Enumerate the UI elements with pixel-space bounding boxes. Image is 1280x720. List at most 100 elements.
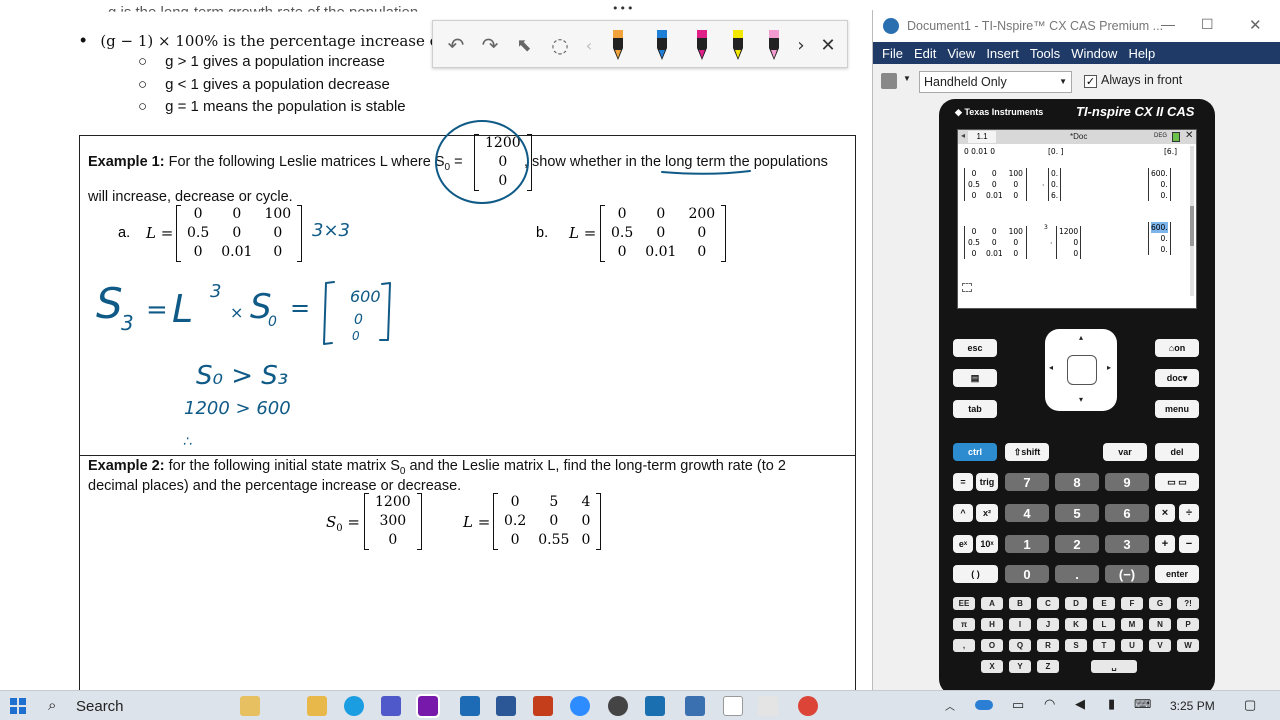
minimize-icon[interactable]: — <box>1161 16 1175 32</box>
key-2[interactable]: 2 <box>1055 535 1099 553</box>
fraction-key[interactable]: ▭ ▭ <box>1155 473 1199 491</box>
letter-key-1[interactable]: A <box>981 597 1003 610</box>
menu-file[interactable]: File <box>882 46 903 61</box>
letter-key-21[interactable]: R <box>1037 639 1059 652</box>
decimal-key[interactable]: . <box>1055 565 1099 583</box>
zoom-icon[interactable] <box>570 696 590 716</box>
letter-key-9[interactable]: π <box>953 618 975 631</box>
file-icon[interactable] <box>723 696 743 716</box>
letter-key-12[interactable]: J <box>1037 618 1059 631</box>
divide-key[interactable]: ÷ <box>1179 504 1199 522</box>
lasso-icon[interactable]: ◌ <box>545 21 575 69</box>
letter-key-15[interactable]: M <box>1121 618 1143 631</box>
key-6[interactable]: 6 <box>1105 504 1149 522</box>
paren-key[interactable]: ( ) <box>953 565 998 583</box>
menu-view[interactable]: View <box>947 46 975 61</box>
letter-key-5[interactable]: E <box>1093 597 1115 610</box>
scratchpad-key[interactable]: ▤ <box>953 369 997 387</box>
notes-icon[interactable] <box>758 696 778 716</box>
layout-icon[interactable] <box>881 73 897 89</box>
mic-icon[interactable]: ▮ <box>1108 696 1115 712</box>
keyboard-icon[interactable]: ⌨ <box>1134 697 1151 711</box>
letter-key-7[interactable]: G <box>1149 597 1171 610</box>
menu-insert[interactable]: Insert <box>986 46 1019 61</box>
key-9[interactable]: 9 <box>1105 473 1149 491</box>
key-3[interactable]: 3 <box>1105 535 1149 553</box>
menu-tools[interactable]: Tools <box>1030 46 1060 61</box>
letter-key-14[interactable]: L <box>1093 618 1115 631</box>
always-front-checkbox[interactable]: ✓ <box>1084 75 1097 88</box>
edge-icon[interactable] <box>344 696 364 716</box>
entry-cursor[interactable] <box>962 283 972 292</box>
teams-icon[interactable] <box>381 696 401 716</box>
letter-key-13[interactable]: K <box>1065 618 1087 631</box>
screen-close-icon[interactable]: ✕ <box>1185 130 1193 141</box>
obs-icon[interactable] <box>608 696 628 716</box>
key-8[interactable]: 8 <box>1055 473 1099 491</box>
menu-edit[interactable]: Edit <box>914 46 936 61</box>
key-1[interactable]: 1 <box>1005 535 1049 553</box>
letter-key-2[interactable]: B <box>1009 597 1031 610</box>
plus-key[interactable]: + <box>1155 535 1175 553</box>
letter-key-29[interactable]: Z <box>1037 660 1059 673</box>
windows-start-icon[interactable] <box>10 698 26 714</box>
scroll-left-icon[interactable]: ‹ <box>581 21 597 69</box>
exp-key[interactable]: eˣ <box>953 535 973 553</box>
touchpad[interactable]: ▴ ▾ ◂ ▸ <box>1045 329 1117 411</box>
letter-key-17[interactable]: P <box>1177 618 1199 631</box>
undo-icon[interactable]: ↶ <box>441 21 471 69</box>
view-mode-select[interactable]: Handheld Only ▼ <box>919 71 1072 93</box>
more-pens-icon[interactable]: › <box>793 21 809 69</box>
menu-key[interactable]: menu <box>1155 400 1199 418</box>
letter-key-11[interactable]: I <box>1009 618 1031 631</box>
toolbar-drag-handle[interactable]: ••• <box>612 2 634 15</box>
letter-key-24[interactable]: U <box>1121 639 1143 652</box>
onedrive-icon[interactable] <box>975 700 993 710</box>
minus-key[interactable]: − <box>1179 535 1199 553</box>
pen-1-icon[interactable] <box>607 21 629 69</box>
negative-key[interactable]: (−) <box>1105 565 1149 583</box>
ti-nspire-taskbar-icon[interactable] <box>645 696 665 716</box>
del-key[interactable]: del <box>1155 443 1199 461</box>
letter-key-27[interactable]: X <box>981 660 1003 673</box>
pen-3-icon[interactable] <box>691 21 713 69</box>
outlook-icon[interactable] <box>460 696 480 716</box>
maximize-icon[interactable]: ☐ <box>1201 16 1214 33</box>
editor-icon[interactable] <box>685 696 705 716</box>
letter-key-30[interactable]: ␣ <box>1091 660 1137 673</box>
ctrl-key[interactable]: ctrl <box>953 443 997 461</box>
key-7[interactable]: 7 <box>1005 473 1049 491</box>
doc-key[interactable]: doc ▾ <box>1155 369 1199 387</box>
touchpad-center[interactable] <box>1067 355 1097 385</box>
search-highlight-icon[interactable] <box>240 696 260 716</box>
pen-5-icon[interactable] <box>763 21 785 69</box>
pointer-icon[interactable]: ⬉ <box>509 21 539 69</box>
shift-key[interactable]: ⇧ shift <box>1005 443 1049 461</box>
key-5[interactable]: 5 <box>1055 504 1099 522</box>
times-key[interactable]: × <box>1155 504 1175 522</box>
pen-2-icon[interactable] <box>651 21 673 69</box>
word-icon[interactable] <box>496 696 516 716</box>
letter-key-20[interactable]: Q <box>1009 639 1031 652</box>
menu-help[interactable]: Help <box>1128 46 1155 61</box>
var-key[interactable]: var <box>1103 443 1147 461</box>
trig-key[interactable]: trig <box>976 473 998 491</box>
key-4[interactable]: 4 <box>1005 504 1049 522</box>
letter-key-19[interactable]: O <box>981 639 1003 652</box>
equals-key[interactable]: = <box>953 473 973 491</box>
letter-key-26[interactable]: W <box>1177 639 1199 652</box>
layout-dropdown-icon[interactable]: ▼ <box>903 74 911 83</box>
calc-scrollbar[interactable] <box>1190 146 1194 296</box>
letter-key-22[interactable]: S <box>1065 639 1087 652</box>
enter-key[interactable]: enter <box>1155 565 1199 583</box>
esc-key[interactable]: esc <box>953 339 997 357</box>
letter-key-23[interactable]: T <box>1093 639 1115 652</box>
letter-key-0[interactable]: EE <box>953 597 975 610</box>
chrome-icon[interactable] <box>798 696 818 716</box>
redo-icon[interactable]: ↷ <box>475 21 505 69</box>
tab-key[interactable]: tab <box>953 400 997 418</box>
letter-key-8[interactable]: ?! <box>1177 597 1199 610</box>
wifi-icon[interactable]: ◠ <box>1044 696 1055 712</box>
letter-key-28[interactable]: Y <box>1009 660 1031 673</box>
letter-key-10[interactable]: H <box>981 618 1003 631</box>
